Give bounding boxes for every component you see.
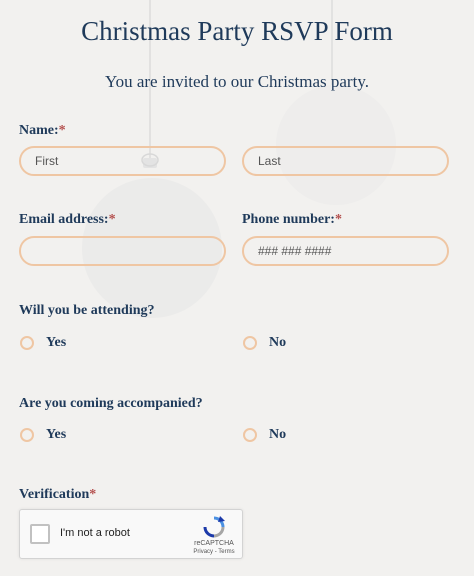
phone-input[interactable] (242, 236, 449, 266)
radio-circle-icon[interactable] (243, 336, 257, 350)
required-asterisk: * (108, 212, 116, 227)
recaptcha-widget: I'm not a robot reCAPTCHA Privacy - Term… (19, 509, 243, 559)
captcha-links[interactable]: Privacy - Terms (188, 549, 240, 555)
phone-label: Phone number:* (242, 212, 342, 228)
recaptcha-logo-icon (203, 516, 225, 538)
radio-label: Yes (46, 427, 67, 442)
required-asterisk: * (334, 212, 342, 227)
required-asterisk: * (89, 487, 97, 502)
radio-circle-icon[interactable] (20, 336, 34, 350)
radio-label: No (269, 335, 287, 350)
radio-circle-icon[interactable] (20, 428, 34, 442)
attending-no-radio[interactable]: No (243, 335, 286, 351)
accompanied-yes-radio[interactable]: Yes (20, 427, 66, 443)
email-label: Email address:* (19, 212, 116, 228)
radio-label: No (269, 427, 287, 442)
verification-label: Verification* (19, 487, 96, 503)
first-name-input[interactable] (19, 146, 226, 176)
accompanied-no-radio[interactable]: No (243, 427, 286, 443)
last-name-input[interactable] (242, 146, 449, 176)
required-asterisk: * (58, 123, 66, 138)
email-label-text: Email address: (19, 212, 109, 227)
invitation-text: You are invited to our Christmas party. (105, 72, 369, 91)
captcha-brand: reCAPTCHA (194, 540, 234, 547)
radio-circle-icon[interactable] (243, 428, 257, 442)
phone-label-text: Phone number: (242, 212, 335, 227)
verification-label-text: Verification (19, 487, 90, 502)
attending-question: Will you be attending? (19, 303, 155, 318)
email-input[interactable] (19, 236, 226, 266)
name-label-text: Name: (19, 123, 59, 138)
radio-label: Yes (46, 335, 67, 350)
page-title: Christmas Party RSVP Form (81, 16, 393, 46)
name-label: Name:* (19, 123, 66, 139)
attending-yes-radio[interactable]: Yes (20, 335, 66, 351)
captcha-checkbox[interactable] (30, 524, 50, 544)
captcha-text: I'm not a robot (60, 527, 130, 539)
accompanied-question: Are you coming accompanied? (19, 396, 203, 411)
